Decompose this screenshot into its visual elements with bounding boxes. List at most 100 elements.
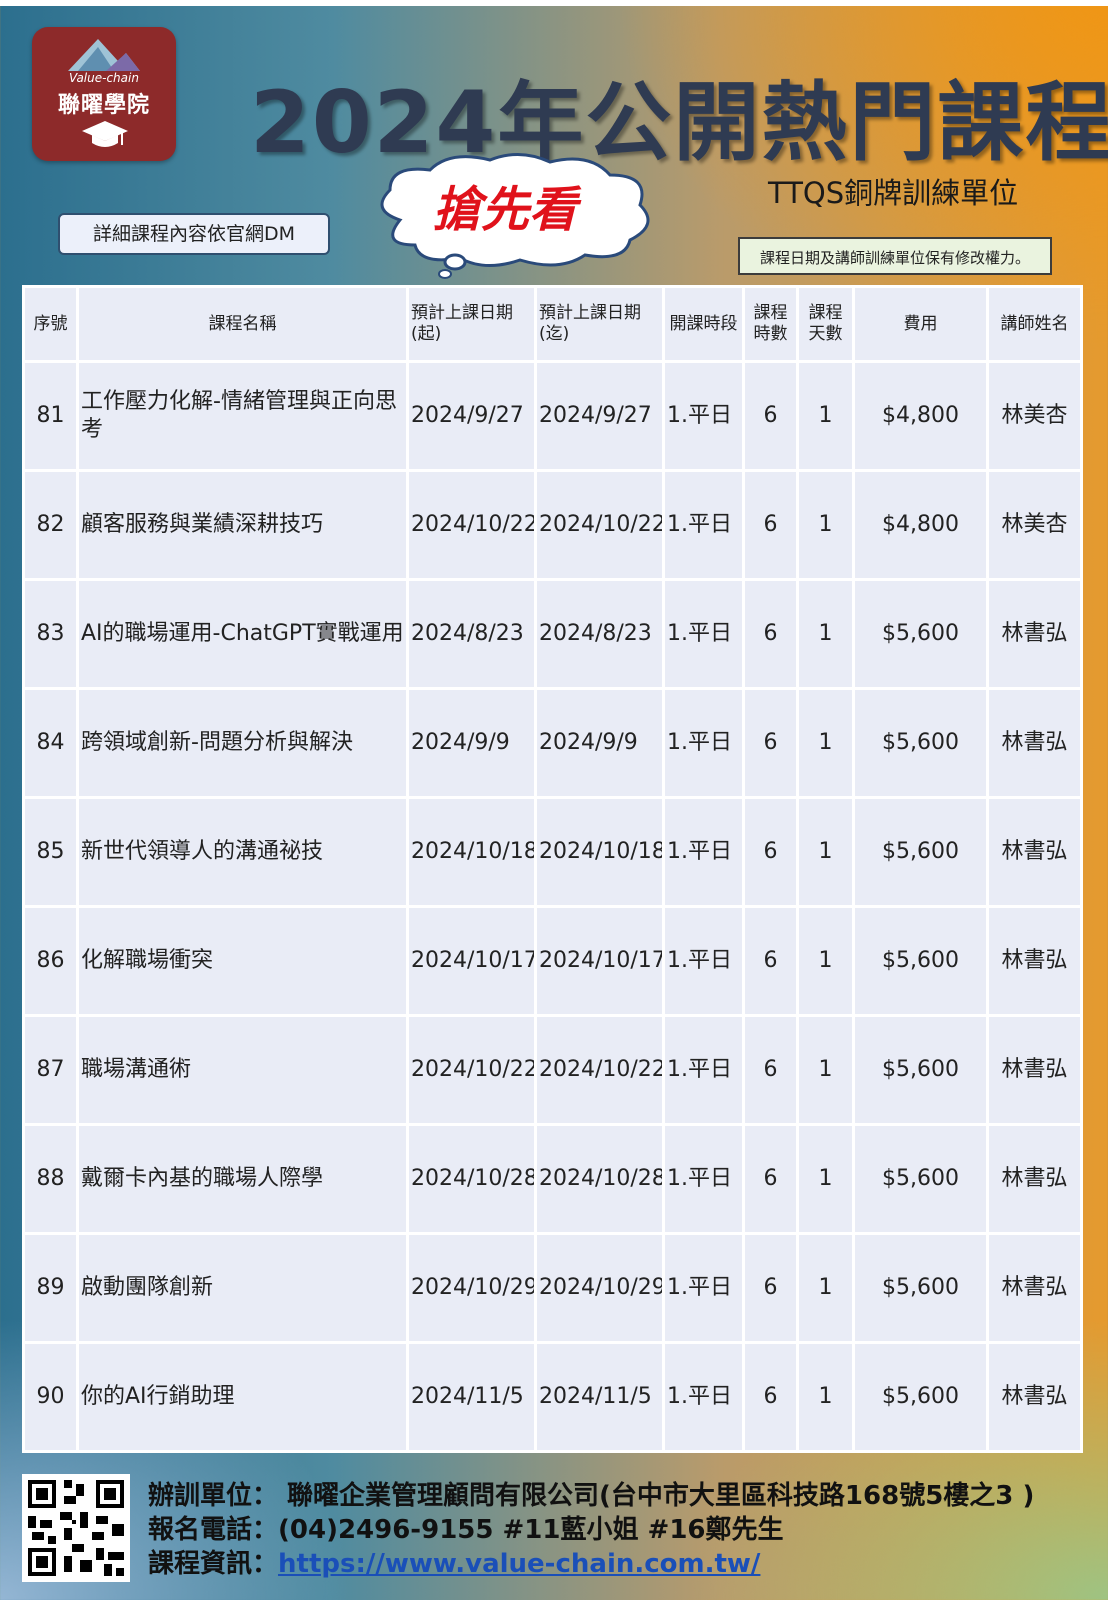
graduation-cap-icon [82,121,128,147]
cell-session: 1.平日 [662,796,745,908]
cell-days: 1 [796,360,855,472]
cell-start-date: 2024/11/5 [406,1341,537,1453]
dm-note-box: 詳細課程內容依官網DM [58,213,330,255]
cell-serial: 88 [22,1123,79,1235]
header-days: 課程天數 [796,285,855,363]
cell-fee: $5,600 [852,1123,989,1235]
header-hours: 課程時數 [742,285,799,363]
cell-days: 1 [796,905,855,1017]
cell-start-date: 2024/10/22 [406,469,537,581]
cell-start-date: 2024/9/9 [406,687,537,799]
footer-organizer: 辦訓單位： 聯曜企業管理顧問有限公司(台中市大里區科技路168號5樓之3 ) [148,1481,1035,1511]
cell-serial: 84 [22,687,79,799]
cell-course-name: 化解職場衝突 [76,905,409,1017]
cell-instructor: 林美杏 [986,360,1083,472]
cell-instructor: 林書弘 [986,905,1083,1017]
header-course-name: 課程名稱 [76,285,409,363]
table-row: 83 AI的職場運用-ChatGPT實戰運用 2024/8/23 2024/8/… [22,578,1083,690]
top-border [0,0,1108,6]
cell-end-date: 2024/10/28 [534,1123,665,1235]
cell-end-date: 2024/9/9 [534,687,665,799]
table-row: 88 戴爾卡內基的職場人際學 2024/10/28 2024/10/28 1.平… [22,1123,1083,1235]
cell-start-date: 2024/10/17 [406,905,537,1017]
cell-start-date: 2024/10/28 [406,1123,537,1235]
cell-serial: 83 [22,578,79,690]
cell-hours: 6 [742,1232,799,1344]
cell-course-name: 新世代領導人的溝通祕技 [76,796,409,908]
cell-instructor: 林書弘 [986,1232,1083,1344]
cell-serial: 81 [22,360,79,472]
cell-fee: $5,600 [852,1014,989,1126]
cell-end-date: 2024/9/27 [534,360,665,472]
table-header-row: 序號 課程名稱 預計上課日期(起) 預計上課日期(迄) 開課時段 課程時數 課程… [22,285,1083,363]
cell-instructor: 林書弘 [986,1341,1083,1453]
table-row: 86 化解職場衝突 2024/10/17 2024/10/17 1.平日 6 1… [22,905,1083,1017]
logo-chinese-name: 聯曜學院 [57,93,150,118]
cell-days: 1 [796,578,855,690]
cell-serial: 82 [22,469,79,581]
table-row: 82 顧客服務與業績深耕技巧 2024/10/22 2024/10/22 1.平… [22,469,1083,581]
cell-fee: $5,600 [852,1232,989,1344]
qr-code-icon [22,1474,130,1582]
cell-fee: $5,600 [852,578,989,690]
cell-hours: 6 [742,360,799,472]
header-serial: 序號 [22,285,79,363]
cell-days: 1 [796,1341,855,1453]
rights-notice-box: 課程日期及講師訓練單位保有修改權力。 [738,237,1052,275]
cell-course-name: 啟動團隊創新 [76,1232,409,1344]
preview-badge: 搶先看 [432,182,577,238]
cell-session: 1.平日 [662,1341,745,1453]
logo-english-name: Value-chain [69,71,139,85]
cell-end-date: 2024/10/18 [534,796,665,908]
cell-fee: $4,800 [852,360,989,472]
cell-fee: $5,600 [852,796,989,908]
website-link[interactable]: https://www.value-chain.com.tw/ [278,1549,760,1579]
footer-course-info: 課程資訊：https://www.value-chain.com.tw/ [148,1547,1034,1581]
cell-hours: 6 [742,796,799,908]
table-row: 89 啟動團隊創新 2024/10/29 2024/10/29 1.平日 6 1… [22,1232,1083,1344]
ttqs-certification: TTQS銅牌訓練單位 [768,176,1019,210]
mountain-icon [68,39,140,71]
cell-start-date: 2024/9/27 [406,360,537,472]
cell-hours: 6 [742,1123,799,1235]
cell-days: 1 [796,1014,855,1126]
cell-hours: 6 [742,1341,799,1453]
cell-hours: 6 [742,905,799,1017]
cell-fee: $5,600 [852,687,989,799]
table-row: 87 職場溝通術 2024/10/22 2024/10/22 1.平日 6 1 … [22,1014,1083,1126]
cell-days: 1 [796,1232,855,1344]
cell-session: 1.平日 [662,469,745,581]
cell-hours: 6 [742,578,799,690]
cell-session: 1.平日 [662,1232,745,1344]
cell-course-name: 工作壓力化解-情緒管理與正向思考 [76,360,409,472]
cell-instructor: 林書弘 [986,1123,1083,1235]
header-end-date: 預計上課日期(迄) [534,285,665,363]
table-row: 81 工作壓力化解-情緒管理與正向思考 2024/9/27 2024/9/27 … [22,360,1083,472]
cell-session: 1.平日 [662,905,745,1017]
cell-end-date: 2024/10/29 [534,1232,665,1344]
cell-start-date: 2024/10/18 [406,796,537,908]
cell-course-name: 顧客服務與業績深耕技巧 [76,469,409,581]
cell-fee: $5,600 [852,1341,989,1453]
cell-session: 1.平日 [662,360,745,472]
cell-hours: 6 [742,469,799,581]
cell-start-date: 2024/8/23 [406,578,537,690]
cell-instructor: 林書弘 [986,796,1083,908]
table-row: 85 新世代領導人的溝通祕技 2024/10/18 2024/10/18 1.平… [22,796,1083,908]
cell-fee: $5,600 [852,905,989,1017]
cell-course-name: 你的AI行銷助理 [76,1341,409,1453]
header-fee: 費用 [852,285,989,363]
cell-end-date: 2024/10/22 [534,469,665,581]
cell-end-date: 2024/10/22 [534,1014,665,1126]
cell-session: 1.平日 [662,578,745,690]
cell-end-date: 2024/8/23 [534,578,665,690]
cell-days: 1 [796,469,855,581]
cell-instructor: 林書弘 [986,578,1083,690]
table-row: 84 跨領域創新-問題分析與解決 2024/9/9 2024/9/9 1.平日 … [22,687,1083,799]
cell-days: 1 [796,1123,855,1235]
cell-hours: 6 [742,687,799,799]
cell-serial: 90 [22,1341,79,1453]
course-table: 序號 課程名稱 預計上課日期(起) 預計上課日期(迄) 開課時段 課程時數 課程… [22,285,1083,1453]
cell-course-name: AI的職場運用-ChatGPT實戰運用 [76,578,409,690]
footer-phone: 報名電話：(04)2496-9155 #11藍小姐 #16鄭先生 [148,1515,784,1545]
